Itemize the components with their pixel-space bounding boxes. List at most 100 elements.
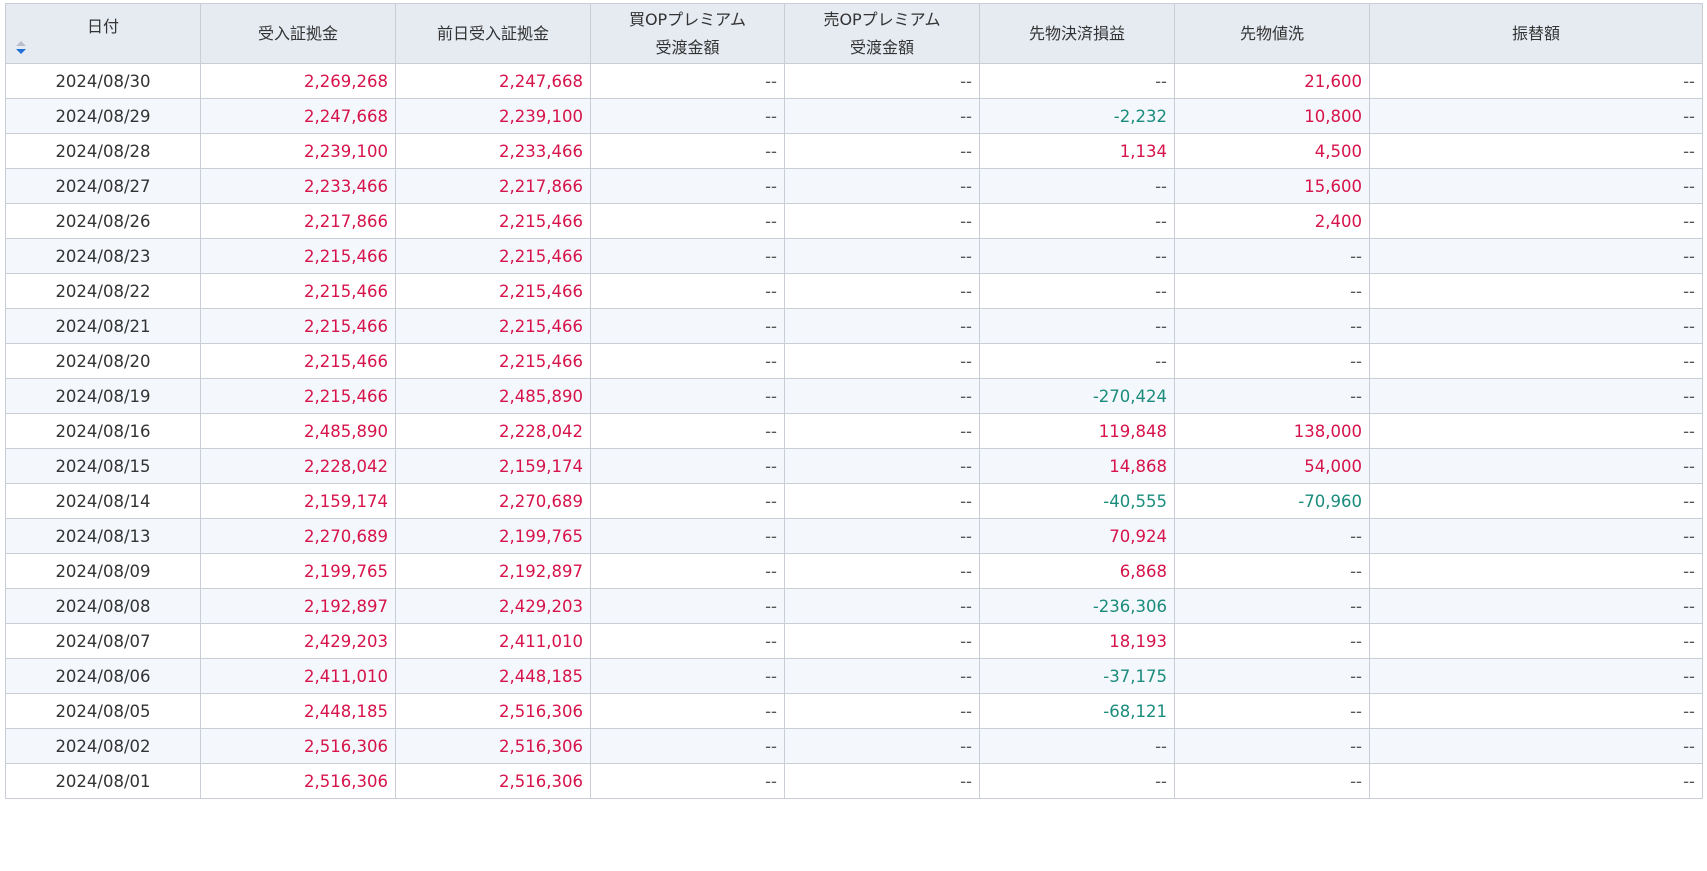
cell-buy_op: --: [590, 518, 785, 554]
table-row: 2024/08/16 2,485,890 2,228,042 -- -- 119,848 1…: [5, 413, 1703, 449]
cell-buy_op: --: [590, 343, 785, 379]
cell-date: 2024/08/26: [5, 203, 201, 239]
table-row: 2024/08/23 2,215,466 2,215,466 -- -- -- -- --: [5, 238, 1703, 274]
cell-transfer: --: [1369, 588, 1703, 624]
cell-futures_pl: -37,175: [979, 658, 1175, 694]
cell-futures_mtm: --: [1174, 273, 1370, 309]
table-row: 2024/08/27 2,233,466 2,217,866 -- -- -- 15,600…: [5, 168, 1703, 204]
cell-transfer: --: [1369, 658, 1703, 694]
cell-buy_op: --: [590, 448, 785, 484]
cell-margin: 2,215,466: [200, 378, 396, 414]
cell-buy_op: --: [590, 693, 785, 729]
cell-buy_op: --: [590, 588, 785, 624]
table-row: 2024/08/21 2,215,466 2,215,466 -- -- -- -- --: [5, 308, 1703, 344]
cell-prev_margin: 2,239,100: [395, 98, 591, 134]
table-row: 2024/08/06 2,411,010 2,448,185 -- -- -37,175-…: [5, 658, 1703, 694]
cell-futures_pl: 119,848: [979, 413, 1175, 449]
cell-futures_pl: 70,924: [979, 518, 1175, 554]
cell-futures_pl: 18,193: [979, 623, 1175, 659]
column-header-text: 前日受入証拠金: [436, 23, 549, 43]
column-header-label: 先物決済損益: [984, 20, 1170, 48]
column-header-label: 先物値洗: [1179, 20, 1365, 48]
cell-buy_op: --: [590, 63, 785, 99]
cell-transfer: --: [1369, 273, 1703, 309]
sort-descending-arrow-icon: [16, 48, 26, 54]
cell-sell_op: --: [784, 658, 980, 694]
column-header-label: 売OPプレミアム 受渡金額: [789, 6, 975, 62]
cell-futures_pl: -236,306: [979, 588, 1175, 624]
cell-futures_pl: --: [979, 343, 1175, 379]
cell-futures_pl: 6,868: [979, 553, 1175, 589]
cell-prev_margin: 2,516,306: [395, 728, 591, 764]
cell-date: 2024/08/16: [5, 413, 201, 449]
cell-futures_mtm: 15,600: [1174, 168, 1370, 204]
column-header-text: 受渡金額: [849, 37, 914, 57]
cell-margin: 2,270,689: [200, 518, 396, 554]
cell-buy_op: --: [590, 658, 785, 694]
table-row: 2024/08/20 2,215,466 2,215,466 -- -- -- -- --: [5, 343, 1703, 379]
cell-transfer: --: [1369, 168, 1703, 204]
table-row: 2024/08/05 2,448,185 2,516,306 -- -- -68,121-…: [5, 693, 1703, 729]
cell-futures_mtm: --: [1174, 728, 1370, 764]
cell-sell_op: --: [784, 413, 980, 449]
table-row: 2024/08/15 2,228,042 2,159,174 -- -- 14,868 54…: [5, 448, 1703, 484]
cell-margin: 2,247,668: [200, 98, 396, 134]
cell-transfer: --: [1369, 728, 1703, 764]
cell-buy_op: --: [590, 98, 785, 134]
cell-futures_pl: -68,121: [979, 693, 1175, 729]
column-header-label: 受入証拠金: [205, 20, 391, 48]
column-header-text: 日付: [86, 16, 119, 36]
cell-sell_op: --: [784, 518, 980, 554]
cell-transfer: --: [1369, 98, 1703, 134]
cell-margin: 2,239,100: [200, 133, 396, 169]
table-row: 2024/08/14 2,159,174 2,270,689 -- -- -40,555-…: [5, 483, 1703, 519]
cell-date: 2024/08/20: [5, 343, 201, 379]
cell-futures_mtm: --: [1174, 588, 1370, 624]
cell-sell_op: --: [784, 203, 980, 239]
cell-futures_pl: --: [979, 168, 1175, 204]
cell-sell_op: --: [784, 553, 980, 589]
cell-date: 2024/08/08: [5, 588, 201, 624]
cell-futures_mtm: --: [1174, 693, 1370, 729]
cell-transfer: --: [1369, 308, 1703, 344]
cell-sell_op: --: [784, 343, 980, 379]
cell-futures_pl: -40,555: [979, 483, 1175, 519]
cell-buy_op: --: [590, 623, 785, 659]
column-header-date[interactable]: 日付: [5, 3, 201, 64]
column-header-margin: 受入証拠金: [200, 3, 396, 64]
cell-date: 2024/08/22: [5, 273, 201, 309]
cell-futures_pl: --: [979, 63, 1175, 99]
sort-desc-icon[interactable]: [16, 40, 26, 55]
column-header-text: 売OPプレミアム: [823, 9, 941, 29]
cell-transfer: --: [1369, 133, 1703, 169]
cell-futures_pl: --: [979, 308, 1175, 344]
cell-margin: 2,269,268: [200, 63, 396, 99]
cell-buy_op: --: [590, 203, 785, 239]
cell-futures_mtm: 54,000: [1174, 448, 1370, 484]
cell-sell_op: --: [784, 448, 980, 484]
cell-futures_mtm: 21,600: [1174, 63, 1370, 99]
sortable-header-line[interactable]: 日付: [10, 13, 196, 55]
table-row: 2024/08/19 2,215,466 2,485,890 -- -- -270,424…: [5, 378, 1703, 414]
cell-date: 2024/08/07: [5, 623, 201, 659]
column-header-futures_pl: 先物決済損益: [979, 3, 1175, 64]
column-header-label: 買OPプレミアム 受渡金額: [595, 6, 780, 62]
cell-prev_margin: 2,192,897: [395, 553, 591, 589]
cell-futures_pl: 14,868: [979, 448, 1175, 484]
cell-futures_pl: --: [979, 238, 1175, 274]
cell-transfer: --: [1369, 203, 1703, 239]
cell-transfer: --: [1369, 623, 1703, 659]
cell-prev_margin: 2,215,466: [395, 308, 591, 344]
cell-margin: 2,233,466: [200, 168, 396, 204]
cell-futures_mtm: --: [1174, 763, 1370, 799]
cell-buy_op: --: [590, 553, 785, 589]
cell-sell_op: --: [784, 308, 980, 344]
cell-prev_margin: 2,215,466: [395, 273, 591, 309]
cell-prev_margin: 2,448,185: [395, 658, 591, 694]
cell-futures_pl: --: [979, 203, 1175, 239]
cell-futures_pl: --: [979, 763, 1175, 799]
cell-sell_op: --: [784, 238, 980, 274]
cell-date: 2024/08/23: [5, 238, 201, 274]
cell-futures_mtm: 138,000: [1174, 413, 1370, 449]
table-row: 2024/08/29 2,247,668 2,239,100 -- -- -2,232 10…: [5, 98, 1703, 134]
